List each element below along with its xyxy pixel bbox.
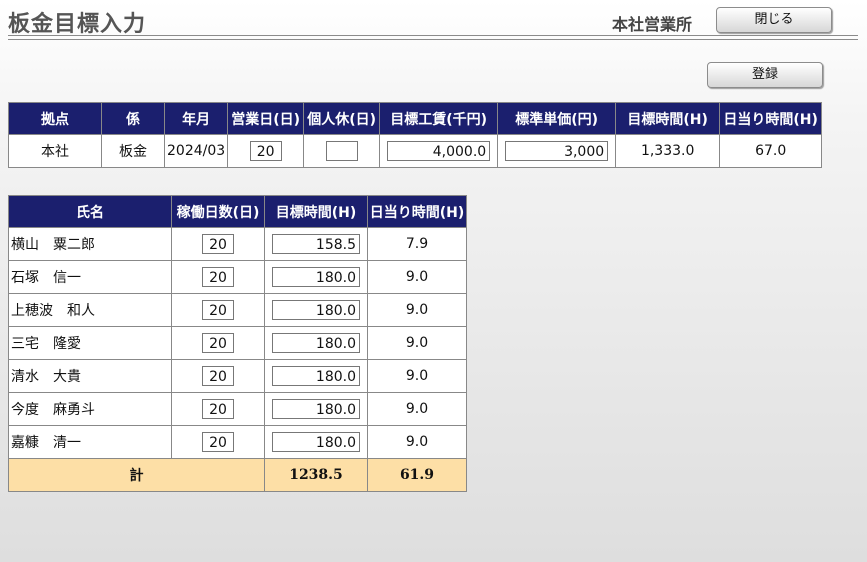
target-wage-input[interactable]: 4,000.0 (387, 141, 491, 161)
target-hours-input[interactable]: 180.0 (272, 333, 360, 353)
staff-name: 上穂波 和人 (8, 293, 172, 327)
working-days-cell: 20 (171, 293, 265, 327)
working-days-cell: 20 (171, 227, 265, 261)
working-days-input[interactable]: 20 (202, 234, 234, 254)
standard-unit-price-input[interactable]: 3,000 (505, 141, 609, 161)
standard-unit-price-cell: 3,000 (497, 134, 617, 168)
header-target-wage: 目標工賃(千円) (379, 102, 499, 135)
target-hours-input[interactable]: 180.0 (272, 432, 360, 452)
header-name: 氏名 (8, 195, 172, 228)
target-hours-cell: 180.0 (264, 260, 368, 294)
summary-table: 拠点 係 年月 営業日(日) 個人休(日) 目標工賃(千円) 標準単価(円) 目… (8, 102, 823, 168)
header-staff-target-hours: 目標時間(H) (264, 195, 368, 228)
summary-row: 本社 板金 2024/03 20 4,000.0 3,000 1,333.0 6… (8, 134, 823, 168)
target-hours-input[interactable]: 180.0 (272, 267, 360, 287)
header-year-month: 年月 (163, 102, 229, 135)
staff-name: 横山 粟二郎 (8, 227, 172, 261)
table-row: 石塚 信一 20 180.0 9.0 (8, 260, 467, 294)
target-hours-cell: 180.0 (264, 359, 368, 393)
working-days-input[interactable]: 20 (202, 267, 234, 287)
header-personal-leave: 個人休(日) (303, 102, 381, 135)
header-standard-unit-price: 標準単価(円) (497, 102, 617, 135)
target-hours-cell: 180.0 (264, 293, 368, 327)
target-hours-input[interactable]: 158.5 (272, 234, 360, 254)
daily-hours-cell: 9.0 (367, 326, 467, 360)
daily-hours-cell: 7.9 (367, 227, 467, 261)
target-hours-input[interactable]: 180.0 (272, 300, 360, 320)
working-days-input[interactable]: 20 (202, 333, 234, 353)
staff-table: 氏名 稼働日数(日) 目標時間(H) 日当り時間(H) 横山 粟二郎 20 15… (8, 195, 467, 492)
working-days-cell: 20 (171, 326, 265, 360)
staff-name: 石塚 信一 (8, 260, 172, 294)
header-target-hours: 目標時間(H) (615, 102, 721, 135)
header-working-days: 稼働日数(日) (171, 195, 265, 228)
header-staff-daily-hours: 日当り時間(H) (367, 195, 467, 228)
section-cell: 板金 (101, 134, 165, 168)
target-hours-cell: 158.5 (264, 227, 368, 261)
table-row: 今度 麻勇斗 20 180.0 9.0 (8, 392, 467, 426)
working-days-cell: 20 (171, 425, 265, 459)
header-business-days: 営業日(日) (227, 102, 305, 135)
working-days-input[interactable]: 20 (202, 399, 234, 419)
daily-hours-cell: 9.0 (367, 392, 467, 426)
personal-leave-input[interactable] (325, 141, 358, 161)
close-button[interactable]: 閉じる (716, 7, 832, 33)
working-days-input[interactable]: 20 (202, 366, 234, 386)
target-hours-cell: 1,333.0 (615, 134, 721, 168)
staff-header-row: 氏名 稼働日数(日) 目標時間(H) 日当り時間(H) (8, 195, 467, 228)
register-button[interactable]: 登録 (707, 62, 823, 88)
business-days-cell: 20 (227, 134, 305, 168)
page-title: 板金目標入力 (8, 12, 147, 37)
staff-name: 三宅 隆愛 (8, 326, 172, 360)
table-row: 横山 粟二郎 20 158.5 7.9 (8, 227, 467, 261)
table-row: 嘉糠 清一 20 180.0 9.0 (8, 425, 467, 459)
staff-name: 清水 大貴 (8, 359, 172, 393)
daily-hours-cell: 9.0 (367, 359, 467, 393)
staff-name: 嘉糠 清一 (8, 425, 172, 459)
business-days-input[interactable]: 20 (249, 141, 282, 161)
table-row: 三宅 隆愛 20 180.0 9.0 (8, 326, 467, 360)
table-row: 上穂波 和人 20 180.0 9.0 (8, 293, 467, 327)
header-daily-hours: 日当り時間(H) (719, 102, 823, 135)
working-days-input[interactable]: 20 (202, 300, 234, 320)
target-hours-cell: 180.0 (264, 392, 368, 426)
target-hours-cell: 180.0 (264, 425, 368, 459)
target-wage-cell: 4,000.0 (379, 134, 499, 168)
daily-hours-cell: 67.0 (719, 134, 823, 168)
header-location: 拠点 (8, 102, 102, 135)
total-daily-hours: 61.9 (367, 458, 467, 492)
working-days-cell: 20 (171, 260, 265, 294)
daily-hours-cell: 9.0 (367, 425, 467, 459)
total-label: 計 (8, 458, 265, 492)
target-hours-input[interactable]: 180.0 (272, 366, 360, 386)
year-month-cell: 2024/03 (163, 134, 229, 168)
daily-hours-cell: 9.0 (367, 293, 467, 327)
target-hours-cell: 180.0 (264, 326, 368, 360)
total-row: 計 1238.5 61.9 (8, 458, 467, 492)
personal-leave-cell (303, 134, 381, 168)
daily-hours-cell: 9.0 (367, 260, 467, 294)
title-divider (8, 35, 858, 40)
staff-name: 今度 麻勇斗 (8, 392, 172, 426)
working-days-input[interactable]: 20 (202, 432, 234, 452)
target-hours-input[interactable]: 180.0 (272, 399, 360, 419)
office-name: 本社営業所 (612, 15, 693, 34)
location-cell: 本社 (8, 134, 102, 168)
total-target-hours: 1238.5 (264, 458, 368, 492)
table-row: 清水 大貴 20 180.0 9.0 (8, 359, 467, 393)
summary-header-row: 拠点 係 年月 営業日(日) 個人休(日) 目標工賃(千円) 標準単価(円) 目… (8, 102, 823, 135)
working-days-cell: 20 (171, 392, 265, 426)
header-section: 係 (101, 102, 165, 135)
working-days-cell: 20 (171, 359, 265, 393)
